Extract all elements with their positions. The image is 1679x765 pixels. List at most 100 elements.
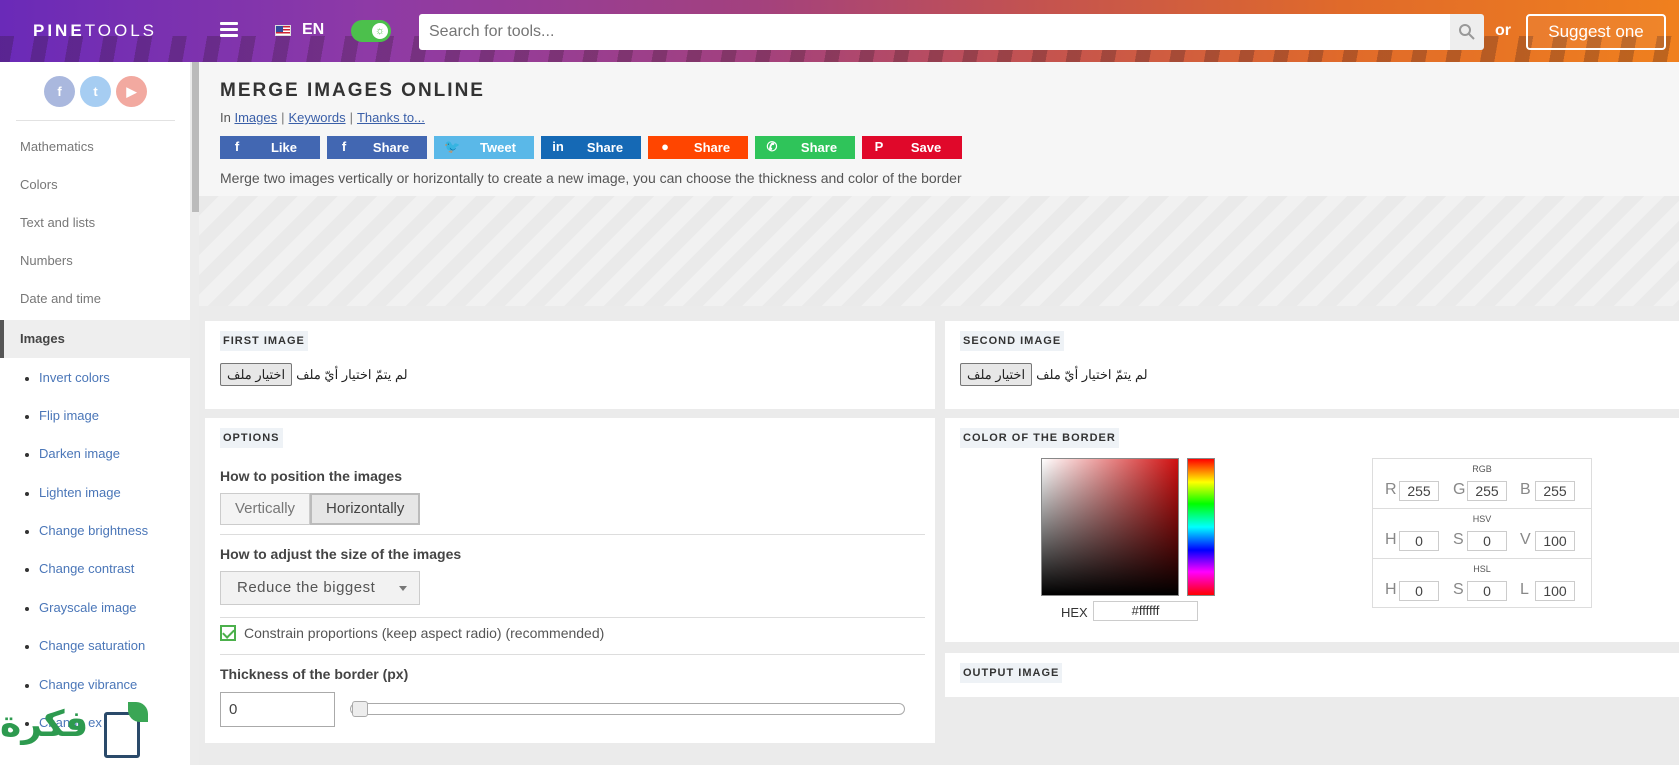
first-image-file-row: اختيار ملف لم يتمّ اختيار أيّ ملف bbox=[220, 363, 408, 386]
subitem-darken-image[interactable]: Darken image bbox=[25, 444, 120, 464]
second-image-file-status: لم يتمّ اختيار أيّ ملف bbox=[1036, 366, 1148, 382]
breadcrumb: In Images | Keywords | Thanks to... bbox=[220, 110, 425, 125]
whatsapp-share-button[interactable]: ✆ Share bbox=[755, 136, 855, 159]
rgb-row: RGB R 255 G 255 B 255 bbox=[1373, 459, 1591, 509]
constrain-proportions-label: Constrain proportions (keep aspect radio… bbox=[244, 625, 605, 641]
subitem-flip-image[interactable]: Flip image bbox=[25, 406, 99, 426]
position-horizontally-button[interactable]: Horizontally bbox=[310, 493, 421, 525]
subitem-invert-colors[interactable]: Invert colors bbox=[25, 368, 110, 388]
linkedin-icon: in bbox=[552, 139, 564, 154]
pinterest-icon: P bbox=[874, 139, 884, 154]
facebook-icon: f bbox=[341, 139, 347, 154]
constrain-proportions-checkbox[interactable] bbox=[220, 625, 236, 641]
dark-mode-toggle[interactable]: ☼ bbox=[351, 20, 391, 42]
search-button[interactable] bbox=[1450, 14, 1484, 50]
search-icon bbox=[1459, 24, 1475, 40]
options-card: OPTIONS How to position the images Verti… bbox=[205, 418, 935, 743]
position-segmented-control: Vertically Horizontally bbox=[220, 493, 421, 525]
pinterest-save-button[interactable]: P Save bbox=[862, 136, 962, 159]
youtube-icon[interactable]: ▶ bbox=[116, 76, 147, 107]
sidebar-item-mathematics[interactable]: Mathematics bbox=[0, 128, 190, 166]
menu-icon[interactable] bbox=[220, 22, 238, 37]
site-logo[interactable]: PINETOOLS bbox=[33, 21, 157, 41]
subitem-change-saturation[interactable]: Change saturation bbox=[25, 636, 145, 656]
first-image-card: FIRST IMAGE اختيار ملف لم يتمّ اختيار أي… bbox=[205, 321, 935, 409]
second-image-choose-file-button[interactable]: اختيار ملف bbox=[960, 363, 1033, 386]
linkedin-share-button[interactable]: in Share bbox=[541, 136, 641, 159]
facebook-share-button[interactable]: f Share bbox=[327, 136, 427, 159]
or-label: or bbox=[1495, 22, 1511, 39]
site-watermark-logo: فكرة bbox=[0, 700, 150, 765]
size-adjust-select[interactable]: Reduce the biggest bbox=[220, 571, 420, 605]
sidebar-scrollbar[interactable] bbox=[192, 62, 199, 212]
second-image-file-row: اختيار ملف لم يتمّ اختيار أيّ ملف bbox=[960, 363, 1148, 386]
language-selector[interactable]: EN bbox=[302, 21, 324, 39]
hex-input[interactable]: #ffffff bbox=[1093, 601, 1198, 621]
rgb-r-input[interactable]: 255 bbox=[1399, 481, 1439, 501]
position-vertically-button[interactable]: Vertically bbox=[220, 493, 311, 525]
thickness-slider-handle[interactable] bbox=[352, 701, 368, 717]
thickness-slider[interactable] bbox=[350, 703, 905, 715]
color-model-table: RGB R 255 G 255 B 255 HSV H0 S0 V 100 HSL H0… bbox=[1372, 458, 1592, 608]
breadcrumb-images[interactable]: Images bbox=[234, 110, 277, 125]
subitem-change-vibrance[interactable]: Change vibrance bbox=[25, 675, 137, 695]
sun-icon: ☼ bbox=[372, 23, 388, 39]
facebook-like-button[interactable]: f Like bbox=[220, 136, 320, 159]
hsv-row: HSV H0 S0 V 100 bbox=[1373, 509, 1591, 559]
twitter-icon: 🐦 bbox=[444, 139, 461, 154]
sidebar-item-date-and-time[interactable]: Date and time bbox=[0, 280, 190, 318]
constrain-proportions-row: Constrain proportions (keep aspect radio… bbox=[220, 625, 604, 641]
reddit-icon: ● bbox=[661, 139, 669, 154]
hsv-v-input[interactable]: 100 bbox=[1535, 531, 1575, 551]
breadcrumb-thanks[interactable]: Thanks to... bbox=[357, 110, 425, 125]
breadcrumb-keywords[interactable]: Keywords bbox=[289, 110, 346, 125]
facebook-icon: f bbox=[234, 139, 240, 154]
subitem-grayscale-image[interactable]: Grayscale image bbox=[25, 598, 137, 618]
ad-placeholder bbox=[199, 196, 1679, 306]
thickness-label: Thickness of the border (px) bbox=[220, 666, 409, 682]
output-image-card: OUTPUT IMAGE bbox=[945, 653, 1679, 697]
page-title: MERGE IMAGES ONLINE bbox=[220, 80, 485, 101]
options-label: OPTIONS bbox=[220, 428, 283, 448]
first-image-file-status: لم يتمّ اختيار أيّ ملف bbox=[296, 366, 408, 382]
top-bar: PINETOOLS EN ☼ or Suggest one bbox=[0, 0, 1679, 62]
rgb-g-input[interactable]: 255 bbox=[1467, 481, 1507, 501]
sidebar-item-text-and-lists[interactable]: Text and lists bbox=[0, 204, 190, 242]
facebook-icon[interactable]: f bbox=[44, 76, 75, 107]
social-links: f t ▶ bbox=[44, 76, 147, 107]
hsl-h-input[interactable]: 0 bbox=[1399, 581, 1439, 601]
sidebar-divider bbox=[16, 120, 175, 121]
search-input[interactable] bbox=[419, 14, 1450, 50]
caret-down-icon bbox=[399, 586, 407, 591]
thickness-input[interactable]: 0 bbox=[220, 692, 335, 727]
position-label: How to position the images bbox=[220, 468, 403, 484]
subitem-change-contrast[interactable]: Change contrast bbox=[25, 559, 134, 579]
sidebar-item-images[interactable]: Images bbox=[0, 320, 190, 358]
hue-slider[interactable] bbox=[1187, 458, 1215, 596]
rgb-b-input[interactable]: 255 bbox=[1535, 481, 1575, 501]
hsv-s-input[interactable]: 0 bbox=[1467, 531, 1507, 551]
twitter-icon[interactable]: t bbox=[80, 76, 111, 107]
hsv-h-input[interactable]: 0 bbox=[1399, 531, 1439, 551]
border-color-label: COLOR OF THE BORDER bbox=[960, 428, 1119, 448]
subitem-lighten-image[interactable]: Lighten image bbox=[25, 483, 121, 503]
sidebar-item-numbers[interactable]: Numbers bbox=[0, 242, 190, 280]
suggest-button[interactable]: Suggest one bbox=[1526, 14, 1666, 50]
subitem-change-brightness[interactable]: Change brightness bbox=[25, 521, 148, 541]
second-image-label: SECOND IMAGE bbox=[960, 331, 1065, 351]
hex-label: HEX bbox=[1061, 605, 1088, 620]
first-image-choose-file-button[interactable]: اختيار ملف bbox=[220, 363, 293, 386]
hsl-l-input[interactable]: 100 bbox=[1535, 581, 1575, 601]
sidebar-item-colors[interactable]: Colors bbox=[0, 166, 190, 204]
border-color-card: COLOR OF THE BORDER HEX #ffffff RGB R 255… bbox=[945, 418, 1679, 642]
hsl-row: HSL H0 S0 L 100 bbox=[1373, 559, 1591, 609]
reddit-share-button[interactable]: ● Share bbox=[648, 136, 748, 159]
hsl-s-input[interactable]: 0 bbox=[1467, 581, 1507, 601]
twitter-tweet-button[interactable]: 🐦 Tweet bbox=[434, 136, 534, 159]
divider bbox=[220, 617, 925, 618]
us-flag-icon[interactable] bbox=[275, 25, 291, 36]
whatsapp-icon: ✆ bbox=[766, 139, 778, 154]
size-label: How to adjust the size of the images bbox=[220, 546, 462, 562]
output-image-label: OUTPUT IMAGE bbox=[960, 663, 1063, 683]
saturation-value-picker[interactable] bbox=[1041, 458, 1179, 596]
